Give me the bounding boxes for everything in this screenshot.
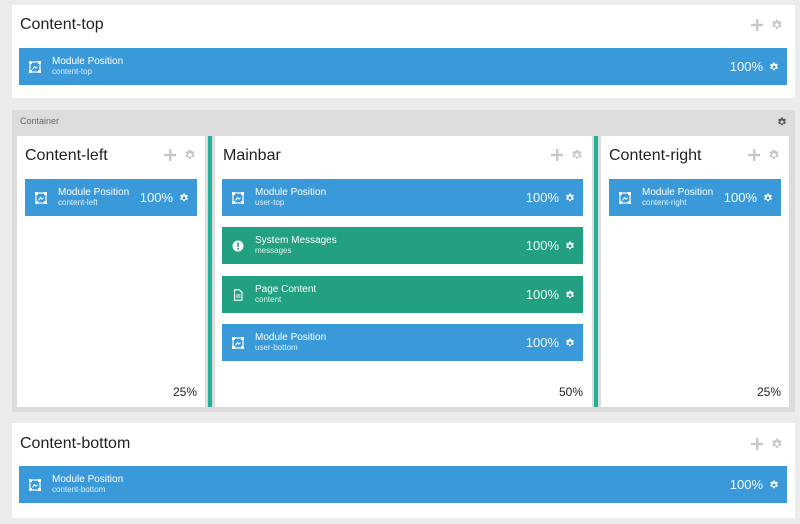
block-width: 100% (729, 477, 763, 492)
column-actions (551, 149, 583, 161)
block-name: Module Position (642, 187, 714, 199)
gear-icon[interactable] (771, 438, 783, 450)
block-key: content-right (642, 198, 687, 208)
module-position-block[interactable]: Module Position user-bottom 100% (222, 324, 583, 361)
gear-icon[interactable] (777, 117, 787, 127)
gear-icon[interactable] (763, 193, 773, 203)
block-name: Module Position (255, 332, 327, 344)
module-position-icon (619, 192, 631, 204)
column-resize-handle[interactable] (594, 136, 598, 407)
section-actions (751, 438, 783, 450)
section-title: Content-top (20, 16, 104, 33)
gear-icon[interactable] (768, 149, 780, 161)
gear-icon[interactable] (571, 149, 583, 161)
block-key: content-top (52, 67, 93, 77)
column-title: Mainbar (223, 147, 281, 164)
section-actions (751, 19, 783, 31)
block-name: Page Content (255, 284, 317, 296)
column-size: 50% (558, 385, 583, 399)
add-icon[interactable] (551, 149, 563, 161)
column-content-right: Content-right Module Position content-ri… (601, 136, 789, 407)
section-title: Content-bottom (20, 435, 131, 452)
module-position-block[interactable]: Module Position content-right 100% (609, 179, 781, 216)
container-label: Container (20, 116, 60, 126)
gear-icon[interactable] (769, 62, 779, 72)
add-icon[interactable] (164, 149, 176, 161)
block-name: Module Position (58, 187, 130, 199)
info-icon (232, 240, 244, 252)
block-key: user-top (255, 198, 285, 208)
gear-icon[interactable] (179, 193, 189, 203)
module-position-block[interactable]: Module Position content-top 100% (19, 48, 787, 85)
gear-icon[interactable] (565, 338, 575, 348)
add-icon[interactable] (748, 149, 760, 161)
module-position-icon (232, 337, 244, 349)
block-width: 100% (525, 335, 559, 350)
block-name: Module Position (255, 187, 327, 199)
column-mainbar: Mainbar Module Position user-top 100% Sy… (215, 136, 592, 407)
block-key: user-bottom (255, 343, 298, 353)
gear-icon[interactable] (565, 290, 575, 300)
gear-icon[interactable] (565, 193, 575, 203)
block-key: content-left (58, 198, 98, 208)
system-messages-block[interactable]: System Messages messages 100% (222, 227, 583, 264)
column-resize-handle[interactable] (208, 136, 212, 407)
document-icon (232, 289, 244, 301)
module-position-block[interactable]: Module Position content-bottom 100% (19, 466, 787, 503)
block-width: 100% (525, 238, 559, 253)
block-width: 100% (729, 59, 763, 74)
module-position-icon (29, 479, 41, 491)
gear-icon[interactable] (565, 241, 575, 251)
module-position-block[interactable]: Module Position content-left 100% (25, 179, 197, 216)
block-key: messages (255, 246, 292, 256)
add-icon[interactable] (751, 19, 763, 31)
page-content-block[interactable]: Page Content content 100% (222, 276, 583, 313)
module-position-block[interactable]: Module Position user-top 100% (222, 179, 583, 216)
block-name: System Messages (255, 235, 337, 247)
gear-icon[interactable] (771, 19, 783, 31)
column-actions (748, 149, 780, 161)
container-section: Container Content-left Module Position c… (12, 110, 795, 412)
column-title: Content-left (25, 147, 108, 164)
add-icon[interactable] (751, 438, 763, 450)
block-width: 100% (723, 190, 757, 205)
module-position-icon (29, 61, 41, 73)
gear-icon[interactable] (769, 480, 779, 490)
section-content-bottom: Content-bottom Module Position content-b… (12, 423, 795, 518)
block-key: content-bottom (52, 485, 106, 495)
block-width: 100% (525, 287, 559, 302)
column-content-left: Content-left Module Position content-lef… (17, 136, 205, 407)
block-name: Module Position (52, 474, 124, 486)
gear-icon[interactable] (184, 149, 196, 161)
block-name: Module Position (52, 56, 124, 68)
module-position-icon (232, 192, 244, 204)
column-size: 25% (172, 385, 197, 399)
block-width: 100% (525, 190, 559, 205)
block-key: content (255, 295, 282, 305)
block-width: 100% (139, 190, 173, 205)
section-content-top: Content-top Module Position content-top … (12, 5, 795, 98)
column-title: Content-right (609, 147, 702, 164)
column-actions (164, 149, 196, 161)
module-position-icon (35, 192, 47, 204)
column-size: 25% (756, 385, 781, 399)
